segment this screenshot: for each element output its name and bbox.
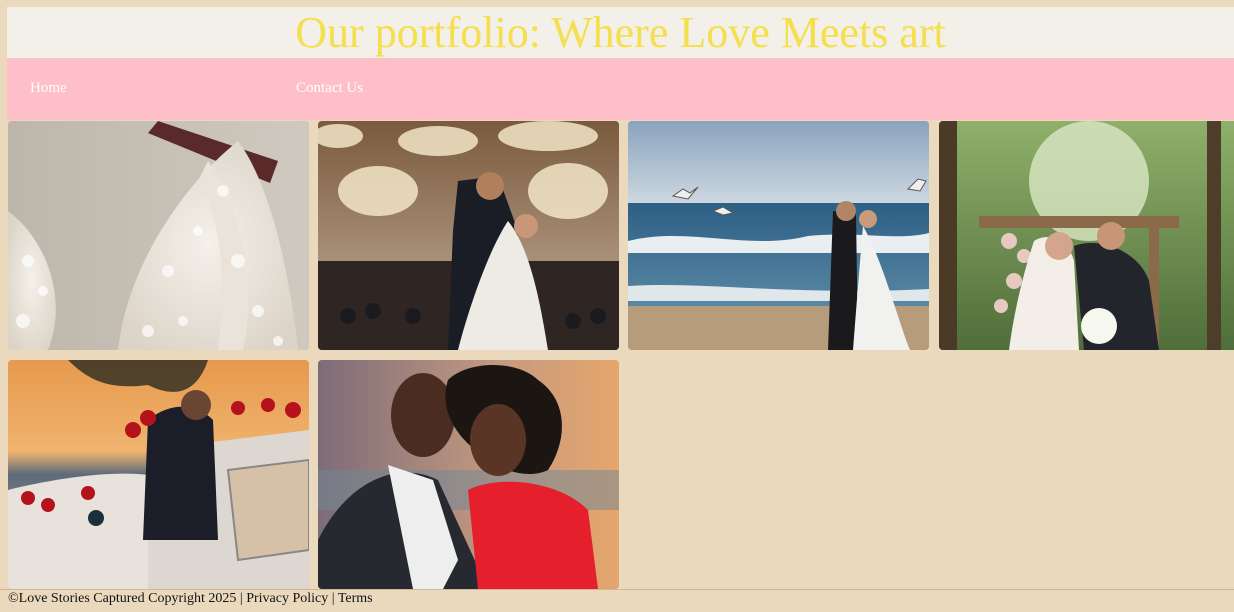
nav-home-link[interactable]: Home (30, 80, 67, 97)
footer-separator: | (328, 591, 338, 606)
gallery-image-forest-arch[interactable] (939, 121, 1234, 350)
main-nav: Home Contact Us (7, 58, 1234, 120)
page-title: Our portfolio: Where Love Meets art (295, 8, 946, 57)
site-header: Our portfolio: Where Love Meets art (7, 7, 1234, 58)
nav-contact-link[interactable]: Contact Us (296, 80, 363, 97)
gallery-image-ballroom[interactable] (318, 121, 619, 350)
privacy-policy-link[interactable]: Privacy Policy (246, 591, 328, 606)
copyright-text: ©Love Stories Captured Copyright 2025 (8, 591, 237, 606)
gallery-image-dress[interactable] (8, 121, 309, 350)
site-footer: ©Love Stories Captured Copyright 2025 | … (0, 589, 1234, 612)
footer-separator: | (236, 591, 247, 606)
gallery-image-couple-sunset[interactable] (318, 360, 619, 589)
gallery-image-vintage-car[interactable] (8, 360, 309, 589)
gallery-image-beach[interactable] (628, 121, 929, 350)
terms-link[interactable]: Terms (338, 591, 373, 606)
